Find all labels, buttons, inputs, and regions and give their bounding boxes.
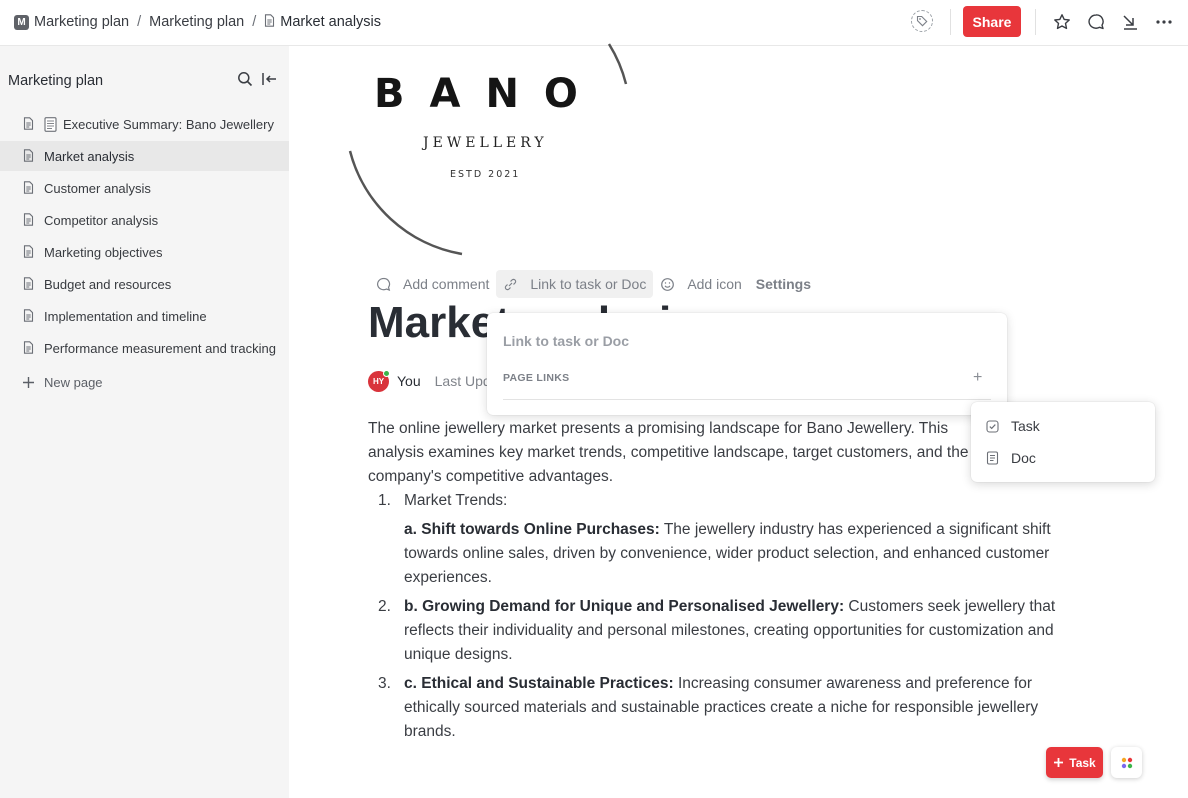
list-text: a. Shift towards Online Purchases: The j… [404, 518, 1084, 590]
sidebar-item-implementation-timeline[interactable]: Implementation and timeline [0, 301, 289, 331]
settings-button[interactable]: Settings [749, 270, 818, 298]
smiley-icon [660, 277, 681, 292]
list-number: 2. [378, 598, 391, 615]
sidebar-item-market-analysis[interactable]: Market analysis [0, 141, 289, 171]
sidebar-item-competitor-analysis[interactable]: Competitor analysis [0, 205, 289, 235]
list-bold-text: a. Shift towards Online Purchases: [404, 521, 660, 538]
link-search-input[interactable]: Link to task or Doc [503, 333, 629, 349]
doc-icon [23, 245, 34, 261]
comment-icon [376, 277, 397, 292]
menu-item-label: Task [1011, 418, 1040, 434]
page-links-label: PAGE LINKS [503, 372, 570, 384]
breadcrumb-item-folder[interactable]: Marketing plan [149, 14, 244, 30]
divider [950, 9, 951, 35]
link-type-menu: Task Doc [971, 402, 1155, 482]
doc-icon [23, 117, 34, 133]
list-bold-text: c. Ethical and Sustainable Practices: [404, 675, 674, 692]
doc-icon [986, 451, 999, 465]
sidebar-item-label: Performance measurement and tracking [44, 341, 276, 356]
link-task-doc-label: Link to task or Doc [530, 276, 647, 292]
link-popover: Link to task or Doc PAGE LINKS + [487, 313, 1007, 415]
add-comment-label: Add comment [403, 276, 490, 292]
logo-estd: ESTD 2021 [450, 169, 521, 180]
plus-icon [1053, 757, 1064, 768]
collapse-arrow-icon[interactable] [1119, 11, 1141, 33]
list-bold-text: b. Growing Demand for Unique and Persona… [404, 598, 845, 615]
breadcrumb: M Marketing plan / Marketing plan / Mark… [14, 0, 381, 44]
doc-icon [23, 277, 34, 293]
author-name: You [397, 373, 421, 389]
plus-icon [22, 376, 35, 389]
sidebar-item-label: Executive Summary: Bano Jewellery [63, 117, 274, 132]
menu-item-task[interactable]: Task [971, 411, 1155, 441]
new-page-button[interactable]: New page [22, 372, 103, 392]
sidebar-item-label: Competitor analysis [44, 213, 159, 228]
sidebar-item-performance-measurement[interactable]: Performance measurement and tracking [0, 333, 289, 363]
sidebar-item-label: Market analysis [44, 149, 135, 164]
sidebar-title: Marketing plan [8, 73, 104, 89]
page-emoji-icon [44, 117, 57, 135]
comment-icon[interactable] [1085, 11, 1107, 33]
avatar[interactable]: HY [368, 369, 390, 392]
create-task-label: Task [1069, 755, 1096, 770]
apps-icon[interactable] [1111, 747, 1142, 778]
menu-item-label: Doc [1011, 450, 1036, 466]
logo-sub: JEWELLERY [423, 135, 548, 151]
tag-icon[interactable] [911, 10, 933, 32]
doc-icon [23, 181, 34, 197]
menu-item-doc[interactable]: Doc [971, 443, 1155, 473]
sidebar-item-label: Implementation and timeline [44, 309, 207, 324]
collapse-sidebar-icon[interactable] [261, 71, 277, 92]
sidebar-item-executive-summary[interactable]: Executive Summary: Bano Jewellery [0, 109, 289, 139]
divider [503, 399, 991, 400]
add-comment-button[interactable]: Add comment [369, 270, 496, 298]
list-text: Market Trends: [404, 492, 508, 509]
new-page-label: New page [44, 374, 103, 390]
online-status-dot [383, 369, 390, 377]
share-button[interactable]: Share [963, 6, 1021, 37]
sidebar: Marketing plan Executive Summary: Bano J… [0, 46, 289, 798]
intro-paragraph: The online jewellery market presents a p… [368, 417, 988, 489]
doc-icon [23, 341, 34, 357]
sidebar-item-label: Budget and resources [44, 277, 172, 292]
sidebar-item-label: Customer analysis [44, 181, 151, 196]
breadcrumb-separator: / [252, 14, 257, 30]
list-number: 1. [378, 492, 391, 509]
intro-text: The online jewellery market presents a p… [368, 420, 969, 485]
doc-toolbar: Add comment Link to task or Doc Add icon… [369, 270, 818, 298]
workspace-avatar[interactable]: M [14, 14, 29, 30]
list-text: b. Growing Demand for Unique and Persona… [404, 595, 1084, 667]
sidebar-item-marketing-objectives[interactable]: Marketing objectives [0, 237, 289, 267]
link-task-doc-button[interactable]: Link to task or Doc [496, 270, 654, 298]
list-number: 3. [378, 675, 391, 692]
doc-icon [23, 149, 34, 165]
cover-logo: BANO JEWELLERY ESTD 2021 [344, 36, 634, 256]
breadcrumb-separator: / [137, 14, 142, 30]
more-icon[interactable] [1153, 11, 1175, 33]
sidebar-item-budget-resources[interactable]: Budget and resources [0, 269, 289, 299]
add-icon-button[interactable]: Add icon [653, 270, 748, 298]
divider [1035, 9, 1036, 35]
task-checkbox-icon [986, 419, 999, 433]
create-task-button[interactable]: Task [1046, 747, 1103, 778]
star-icon[interactable] [1051, 11, 1073, 33]
doc-icon [264, 13, 275, 31]
search-icon[interactable] [237, 71, 253, 92]
doc-icon [23, 309, 34, 325]
page-meta: HY You Last Upd [368, 369, 491, 392]
add-link-button[interactable]: + [973, 369, 982, 387]
sidebar-item-customer-analysis[interactable]: Customer analysis [0, 173, 289, 203]
add-icon-label: Add icon [687, 276, 742, 292]
link-icon [503, 277, 524, 292]
list-text: c. Ethical and Sustainable Practices: In… [404, 672, 1084, 744]
doc-icon [23, 213, 34, 229]
breadcrumb-item-current[interactable]: Market analysis [280, 14, 381, 30]
sidebar-item-label: Marketing objectives [44, 245, 163, 260]
avatar-initials: HY [372, 376, 385, 386]
breadcrumb-item-space[interactable]: Marketing plan [34, 14, 129, 30]
logo-brand: BANO [374, 71, 603, 117]
last-updated-label: Last Upd [434, 373, 491, 389]
